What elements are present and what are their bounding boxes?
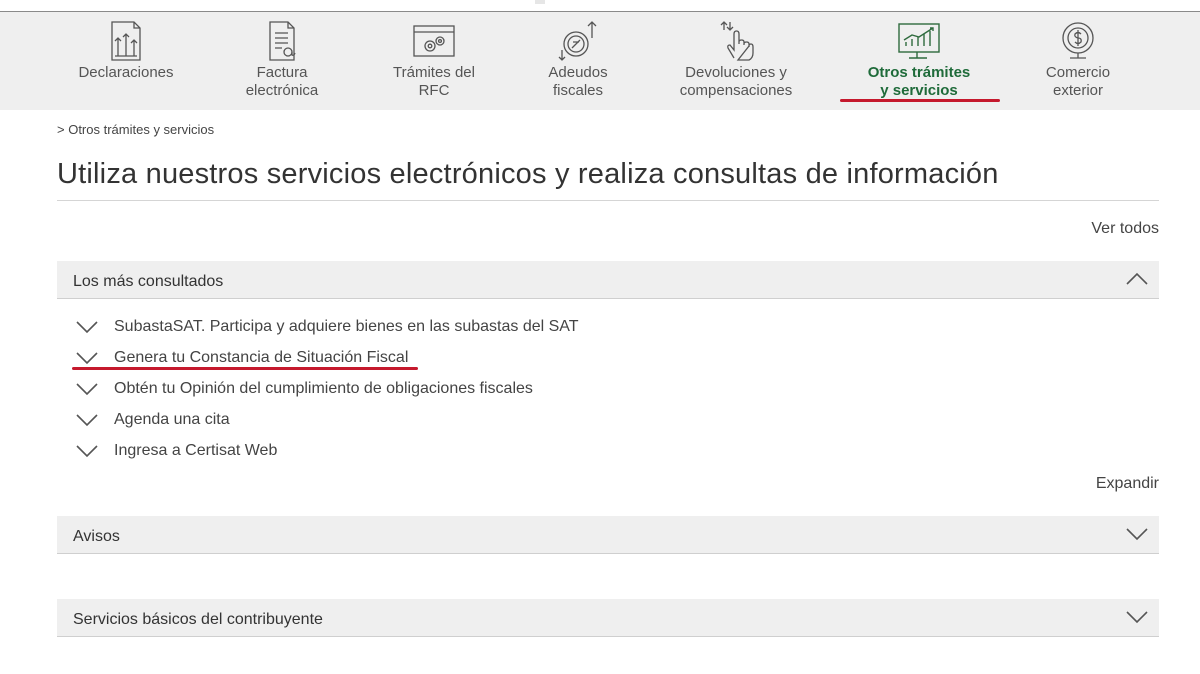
list-item-label: Genera tu Constancia de Situación Fiscal bbox=[114, 349, 409, 366]
top-frame-border bbox=[0, 0, 1200, 12]
accordion-label: Los más consultados bbox=[73, 273, 224, 290]
nav-label: Comercio exterior bbox=[1045, 64, 1111, 99]
highlight-underline bbox=[72, 367, 418, 370]
chevron-down-icon bbox=[76, 414, 98, 427]
nav-label: Otros trámites y servicios bbox=[867, 64, 971, 99]
nav-item-adeudos-fiscales[interactable]: Adeudos fiscales bbox=[518, 12, 638, 110]
nav-label: Adeudos fiscales bbox=[548, 64, 608, 99]
nav-label: Devoluciones y compensaciones bbox=[679, 64, 793, 99]
list-item-label: Ingresa a Certisat Web bbox=[114, 442, 278, 459]
chevron-down-icon bbox=[76, 383, 98, 396]
factura-icon bbox=[269, 21, 296, 61]
chevron-down-icon bbox=[76, 321, 98, 334]
list-item-label: Agenda una cita bbox=[114, 411, 230, 428]
nav-item-tramites-rfc[interactable]: Trámites del RFC bbox=[374, 12, 494, 110]
expandir-link[interactable]: Expandir bbox=[1096, 475, 1159, 493]
page-title: Utiliza nuestros servicios electrónicos … bbox=[57, 158, 999, 190]
accordion-avisos[interactable]: Avisos bbox=[57, 516, 1159, 554]
tramites-rfc-icon bbox=[413, 25, 455, 57]
nav-item-declaraciones[interactable]: Declaraciones bbox=[66, 12, 186, 110]
nav-item-comercio-exterior[interactable]: Comercio exterior bbox=[1018, 12, 1138, 110]
comercio-exterior-icon bbox=[1062, 22, 1094, 59]
breadcrumb[interactable]: > Otros trámites y servicios bbox=[57, 122, 214, 137]
title-divider bbox=[57, 200, 1159, 201]
top-frame-mark bbox=[535, 0, 545, 4]
main-nav: Declaraciones Factura electrónica Trámit… bbox=[0, 12, 1200, 110]
accordion-label: Avisos bbox=[73, 528, 120, 545]
ver-todos-link[interactable]: Ver todos bbox=[1091, 220, 1159, 238]
devoluciones-icon bbox=[720, 21, 754, 61]
nav-item-otros-tramites[interactable]: Otros trámites y servicios bbox=[846, 12, 992, 110]
chevron-down-icon bbox=[1126, 611, 1148, 624]
nav-item-factura-electronica[interactable]: Factura electrónica bbox=[222, 12, 342, 110]
nav-label: Trámites del RFC bbox=[393, 64, 475, 99]
accordion-servicios-basicos[interactable]: Servicios básicos del contribuyente bbox=[57, 599, 1159, 637]
nav-label: Declaraciones bbox=[78, 64, 174, 81]
nav-label: Factura electrónica bbox=[245, 64, 319, 99]
nav-item-devoluciones[interactable]: Devoluciones y compensaciones bbox=[666, 12, 806, 110]
otros-tramites-icon bbox=[898, 23, 940, 59]
declaraciones-icon bbox=[111, 21, 141, 61]
chevron-down-icon bbox=[76, 445, 98, 458]
chevron-down-icon bbox=[76, 352, 98, 365]
accordion-label: Servicios básicos del contribuyente bbox=[73, 611, 323, 628]
active-nav-underline bbox=[840, 99, 1000, 102]
chevron-up-icon bbox=[1126, 272, 1148, 285]
list-item-label: Obtén tu Opinión del cumplimiento de obl… bbox=[114, 380, 533, 397]
list-item-label: SubastaSAT. Participa y adquiere bienes … bbox=[114, 318, 579, 335]
adeudos-icon bbox=[558, 21, 597, 61]
chevron-down-icon bbox=[1126, 528, 1148, 541]
accordion-mas-consultados[interactable]: Los más consultados bbox=[57, 261, 1159, 299]
